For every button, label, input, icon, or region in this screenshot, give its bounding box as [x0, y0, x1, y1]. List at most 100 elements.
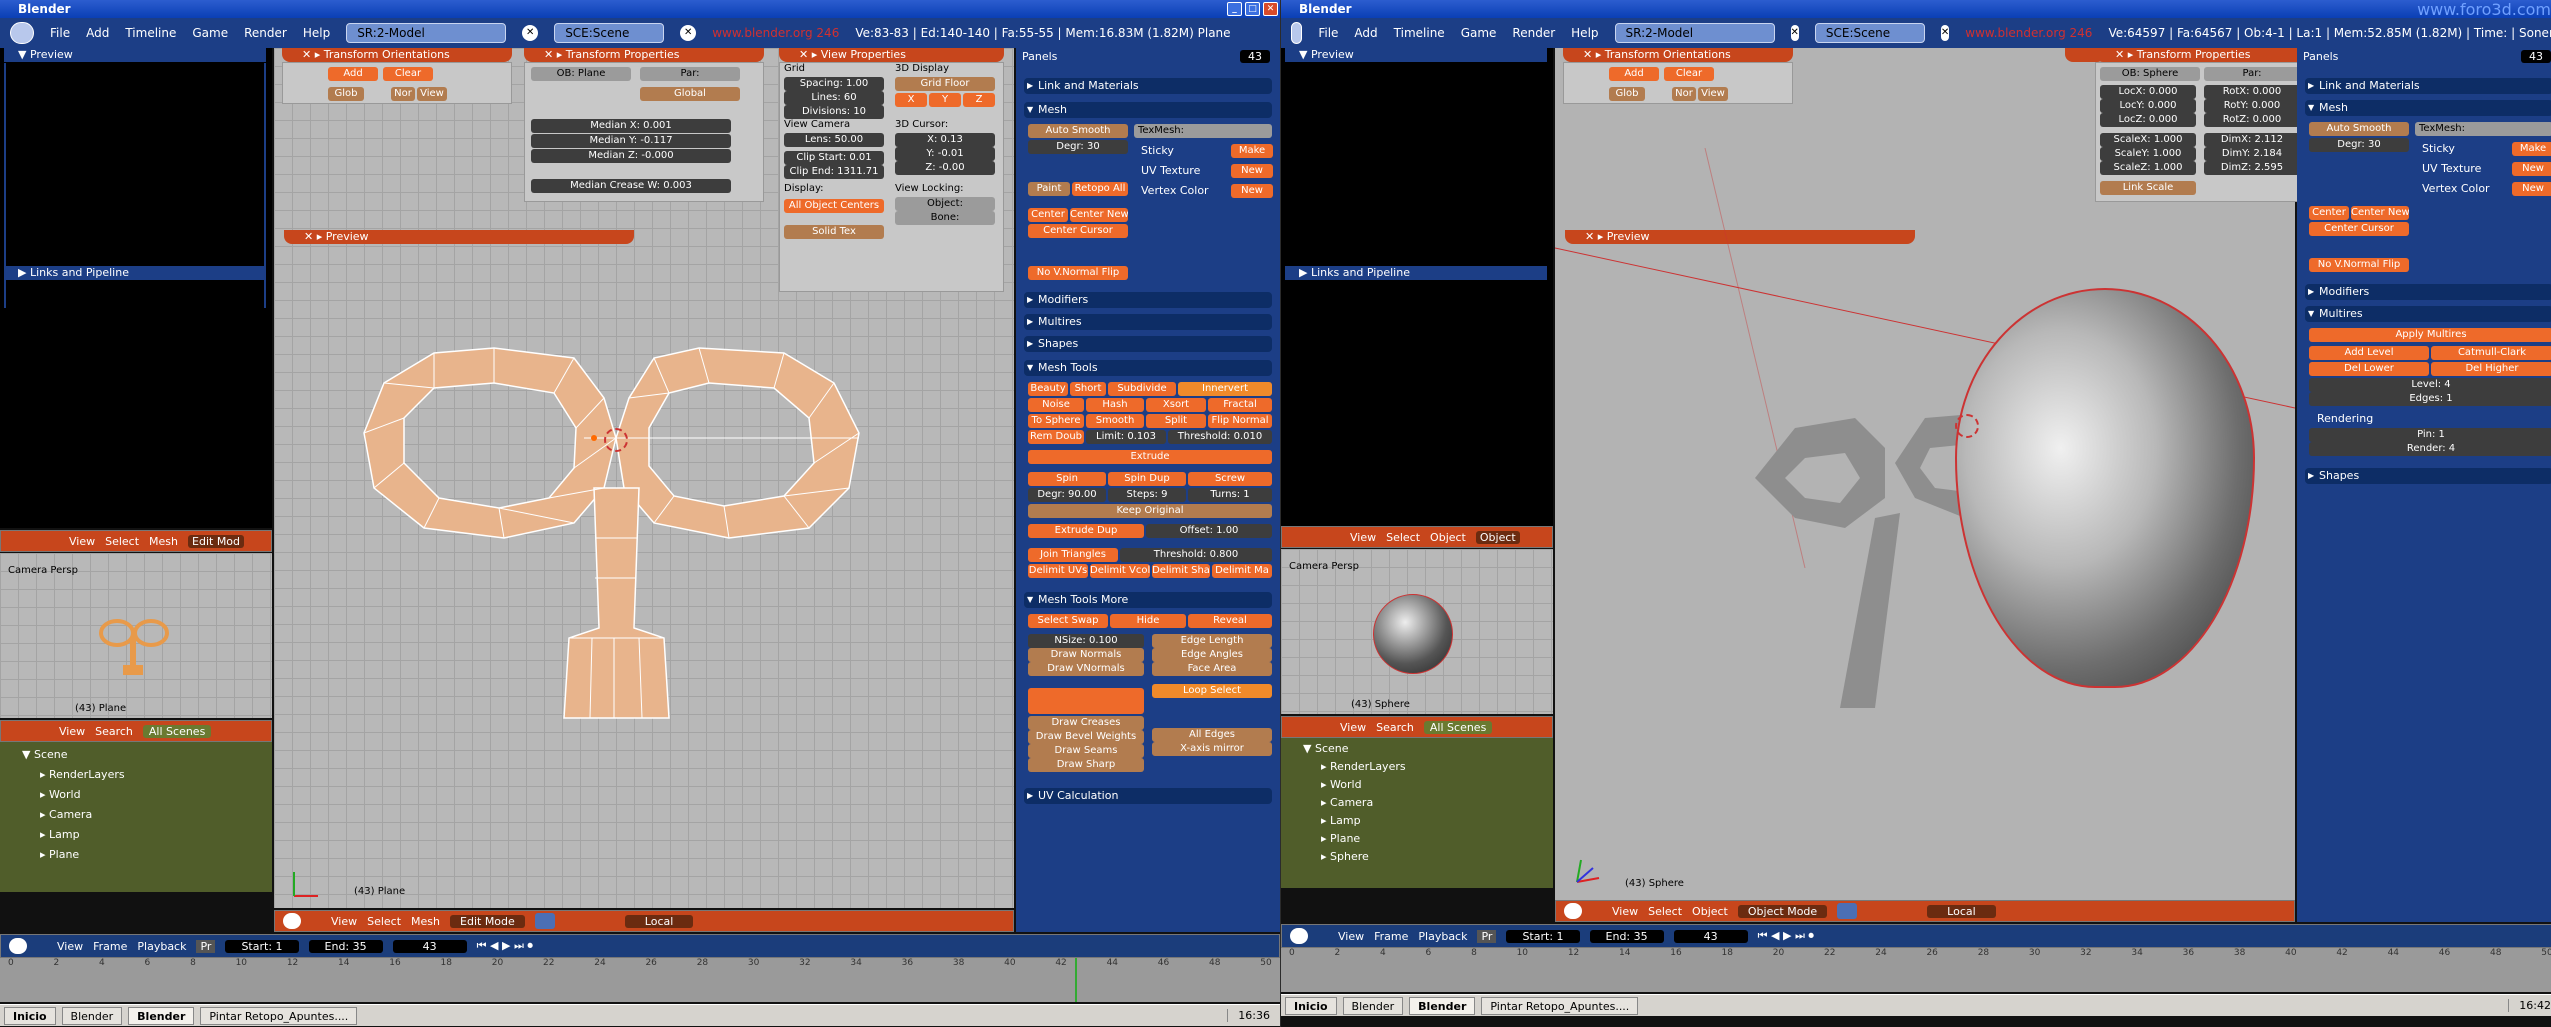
timeline-playback-menu[interactable]: Playback — [1418, 930, 1467, 943]
small-select-menu[interactable]: Select — [105, 535, 139, 548]
lock-object-field[interactable]: Object: — [895, 197, 995, 211]
loc-y-field[interactable]: LocY: 0.000 — [2100, 99, 2196, 113]
transform-props-header[interactable]: ✕ ▸ Transform Properties — [2095, 48, 2305, 62]
orient-glob-button[interactable]: Glob — [328, 87, 364, 101]
small-select-menu[interactable]: Select — [1386, 531, 1420, 544]
mesh-section[interactable]: Mesh — [2305, 100, 2551, 116]
degr-field[interactable]: Degr: 30 — [1028, 140, 1128, 154]
preview-header[interactable]: ▼ Preview — [1285, 48, 1547, 62]
render-field[interactable]: Render: 4 — [2309, 442, 2551, 456]
outliner-row[interactable]: ▸ Plane — [1321, 832, 1360, 845]
transform-orient-header[interactable]: ✕ ▸ Transform Orientations — [282, 48, 512, 62]
grid-floor-button[interactable]: Grid Floor — [895, 77, 995, 91]
draw-vnormals-button[interactable]: Draw VNormals — [1028, 662, 1144, 676]
view-menu[interactable]: View — [331, 915, 357, 928]
draw-seams-button[interactable]: Draw Seams — [1028, 744, 1144, 758]
screw-button[interactable]: Screw — [1188, 472, 1272, 486]
delimit-uvs-button[interactable]: Delimit UVs — [1028, 564, 1088, 578]
close-icon[interactable]: ✕ — [1263, 2, 1278, 16]
editor-type-icon[interactable] — [1564, 903, 1582, 919]
taskbar-item[interactable]: Blender — [61, 1006, 123, 1025]
menu-help[interactable]: Help — [303, 26, 330, 40]
outliner-row[interactable]: ▸ Camera — [1321, 796, 1373, 809]
degr-field[interactable]: Degr: 30 — [2309, 138, 2409, 152]
retopo-all-button[interactable]: Retopo All — [1072, 182, 1128, 196]
all-object-centers-button[interactable]: All Object Centers — [784, 199, 884, 213]
reveal-button[interactable]: Reveal — [1188, 614, 1272, 628]
tool-button[interactable]: Subdivide — [1108, 382, 1176, 396]
delimit-vcol-button[interactable]: Delimit Vcol — [1090, 564, 1150, 578]
outliner-scenes-selector[interactable]: All Scenes — [1423, 720, 1493, 734]
clip-start-field[interactable]: Clip Start: 0.01 — [784, 151, 884, 165]
taskbar-item[interactable]: Pintar Retopo_Apuntes.... — [1481, 996, 1639, 1015]
outliner-search-menu[interactable]: Search — [95, 725, 133, 738]
tool-button[interactable]: Flip Normal — [1208, 414, 1272, 428]
tool-button[interactable]: Hash — [1086, 398, 1144, 412]
select-swap-button[interactable]: Select Swap — [1028, 614, 1108, 628]
screen-selector[interactable]: SR:2-Model — [1614, 23, 1775, 43]
delimit-ma-button[interactable]: Delimit Ma — [1212, 564, 1272, 578]
outliner-row[interactable]: ▸ Plane — [40, 848, 79, 861]
scale-x-field[interactable]: ScaleX: 1.000 — [2100, 133, 2196, 147]
axis-z-toggle[interactable]: Z — [963, 93, 995, 107]
del-higher-button[interactable]: Del Higher — [2431, 362, 2551, 376]
screen-selector[interactable]: SR:2-Model — [346, 23, 507, 43]
taskbar-item[interactable]: Blender — [128, 1006, 195, 1025]
x-axis-mirror-button[interactable]: X-axis mirror — [1152, 742, 1272, 756]
del-lower-button[interactable]: Del Lower — [2309, 362, 2429, 376]
pivot-icon[interactable] — [1837, 903, 1858, 919]
viewport-preview-header[interactable]: ✕ ▸ Preview — [284, 230, 634, 244]
dim-x-field[interactable]: DimX: 2.112 — [2204, 133, 2300, 147]
mesh-tools-section[interactable]: Mesh Tools — [1024, 360, 1272, 376]
degr-90-field[interactable]: Degr: 90.00 — [1028, 488, 1106, 502]
spin-dup-button[interactable]: Spin Dup — [1108, 472, 1186, 486]
orient-clear-button[interactable]: Clear — [1664, 67, 1714, 81]
mode-selector[interactable]: Edit Mode — [450, 914, 525, 928]
outliner-row[interactable]: ▸ World — [40, 788, 81, 801]
texmesh-field[interactable]: TexMesh: — [1134, 124, 1272, 138]
orient-view-button[interactable]: View — [417, 87, 447, 101]
maximize-icon[interactable]: □ — [1245, 2, 1260, 16]
level-field[interactable]: Level: 4 — [2309, 378, 2551, 392]
camera-viewport[interactable]: Camera Persp (43) Plane — [0, 553, 272, 718]
pin-field[interactable]: Pin: 1 — [2309, 428, 2551, 442]
main-3d-viewport[interactable]: ✕ ▸ Transform Orientations Add Clear Glo… — [274, 48, 1014, 908]
preview-header[interactable]: ▼ Preview — [4, 48, 266, 62]
median-x-field[interactable]: Median X: 0.001 — [531, 119, 731, 133]
outliner-view-menu[interactable]: View — [59, 725, 85, 738]
tool-button[interactable]: Split — [1146, 414, 1206, 428]
delimit-sha-button[interactable]: Delimit Sha — [1152, 564, 1210, 578]
edge-angles-button[interactable]: Edge Angles — [1152, 648, 1272, 662]
preview-range-toggle[interactable]: Pr — [1477, 929, 1497, 943]
editor-type-icon[interactable] — [283, 913, 301, 929]
center-cursor-button[interactable]: Center Cursor — [1028, 224, 1128, 238]
frame-field[interactable]: 43 — [1240, 50, 1270, 63]
par-field[interactable]: Par: — [640, 67, 740, 81]
sculpted-head-mesh[interactable] — [1955, 288, 2255, 688]
menu-file[interactable]: File — [1318, 26, 1338, 40]
taskbar-item[interactable]: Blender — [1409, 996, 1476, 1015]
small-view-menu[interactable]: View — [69, 535, 95, 548]
minimize-icon[interactable]: _ — [1227, 2, 1242, 16]
no-v-normal-flip-button[interactable]: No V.Normal Flip — [2309, 258, 2409, 272]
center-button[interactable]: Center — [2309, 206, 2349, 220]
outliner-row[interactable]: ▸ Sphere — [1321, 850, 1369, 863]
spin-button[interactable]: Spin — [1028, 472, 1106, 486]
outliner-row[interactable]: ▸ Lamp — [40, 828, 80, 841]
camera-viewport[interactable]: Camera Persp (43) Sphere — [1281, 549, 1553, 714]
spacing-field[interactable]: Spacing: 1.00 — [784, 77, 884, 91]
shapes-section[interactable]: Shapes — [2305, 468, 2551, 484]
menu-help[interactable]: Help — [1571, 26, 1598, 40]
outliner-row[interactable]: ▸ World — [1321, 778, 1362, 791]
par-field[interactable]: Par: — [2204, 67, 2300, 81]
timeline-frame-menu[interactable]: Frame — [1374, 930, 1408, 943]
tool-button[interactable]: Innervert — [1178, 382, 1272, 396]
blender-logo-icon[interactable] — [1291, 22, 1303, 44]
lens-field[interactable]: Lens: 50.00 — [784, 133, 884, 147]
play-controls-icon[interactable]: ⏮ ◀ ▶ ⏭ ⏺ — [1758, 929, 1814, 943]
menu-timeline[interactable]: Timeline — [125, 26, 176, 40]
rot-y-field[interactable]: RotY: 0.000 — [2204, 99, 2300, 113]
draw-sharp-button[interactable]: Draw Sharp — [1028, 758, 1144, 772]
multires-section[interactable]: Multires — [1024, 314, 1272, 330]
small-mesh-menu[interactable]: Mesh — [149, 535, 178, 548]
